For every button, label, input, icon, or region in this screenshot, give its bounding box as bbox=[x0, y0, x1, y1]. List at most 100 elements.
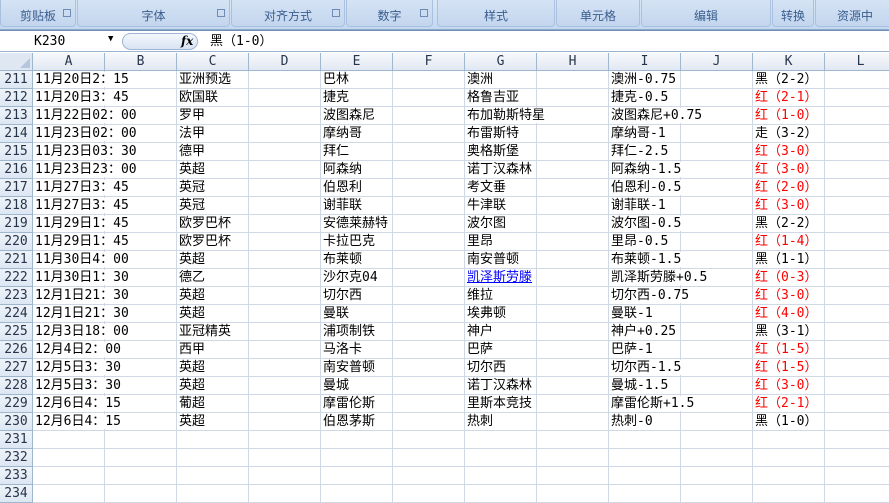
cell-D234[interactable] bbox=[249, 485, 321, 503]
cell-L225[interactable] bbox=[825, 323, 889, 341]
cell-J224[interactable] bbox=[681, 305, 753, 323]
cell-H213[interactable] bbox=[537, 107, 609, 125]
row-header[interactable]: 221 bbox=[0, 251, 33, 269]
cell-H215[interactable] bbox=[537, 143, 609, 161]
cell-I233[interactable] bbox=[609, 467, 681, 485]
cell-G229[interactable]: 里斯本竞技 bbox=[465, 395, 537, 413]
cell-B233[interactable] bbox=[105, 467, 177, 485]
row-header[interactable]: 226 bbox=[0, 341, 33, 359]
cell-A224[interactable]: 12月1日21：30 bbox=[33, 305, 130, 323]
cell-G234[interactable] bbox=[465, 485, 537, 503]
cell-I218[interactable]: 谢菲联-1 bbox=[609, 197, 681, 215]
cell-I213[interactable]: 波图森尼+0.75 bbox=[609, 107, 704, 125]
cell-G221[interactable]: 南安普顿 bbox=[465, 251, 537, 269]
cell-G211[interactable]: 澳洲 bbox=[465, 71, 537, 89]
cell-G230[interactable]: 热刺 bbox=[465, 413, 537, 431]
cell-L227[interactable] bbox=[825, 359, 889, 377]
cell-K220[interactable]: 红（1-4） bbox=[753, 233, 825, 251]
cell-E212[interactable]: 捷克 bbox=[321, 89, 393, 107]
cell-E232[interactable] bbox=[321, 449, 393, 467]
column-header-E[interactable]: E bbox=[321, 53, 393, 71]
cell-I211[interactable]: 澳洲-0.75 bbox=[609, 71, 681, 89]
cell-I212[interactable]: 捷克-0.5 bbox=[609, 89, 681, 107]
row-header[interactable]: 213 bbox=[0, 107, 33, 125]
cell-L215[interactable] bbox=[825, 143, 889, 161]
cell-F216[interactable] bbox=[393, 161, 465, 179]
cell-A214[interactable]: 11月23日02：00 bbox=[33, 125, 138, 143]
cell-K211[interactable]: 黑（2-2） bbox=[753, 71, 825, 89]
cell-C230[interactable]: 英超 bbox=[177, 413, 249, 431]
cell-J233[interactable] bbox=[681, 467, 753, 485]
cell-E223[interactable]: 切尔西 bbox=[321, 287, 393, 305]
function-icon[interactable]: fx bbox=[181, 34, 193, 48]
column-header-K[interactable]: K bbox=[753, 53, 825, 71]
cell-G223[interactable]: 维拉 bbox=[465, 287, 537, 305]
row-header[interactable]: 225 bbox=[0, 323, 33, 341]
cell-J219[interactable] bbox=[681, 215, 753, 233]
cell-D225[interactable] bbox=[249, 323, 321, 341]
cell-F221[interactable] bbox=[393, 251, 465, 269]
cell-D232[interactable] bbox=[249, 449, 321, 467]
cell-J234[interactable] bbox=[681, 485, 753, 503]
cell-A230[interactable]: 12月6日4：15 bbox=[33, 413, 122, 431]
cell-E233[interactable] bbox=[321, 467, 393, 485]
cell-G214[interactable]: 布雷斯特 bbox=[465, 125, 537, 143]
cell-L216[interactable] bbox=[825, 161, 889, 179]
column-header-F[interactable]: F bbox=[393, 53, 465, 71]
cell-D219[interactable] bbox=[249, 215, 321, 233]
cell-H214[interactable] bbox=[537, 125, 609, 143]
cell-A213[interactable]: 11月22日02：00 bbox=[33, 107, 138, 125]
cell-F227[interactable] bbox=[393, 359, 465, 377]
cell-K222[interactable]: 红（0-3） bbox=[753, 269, 825, 287]
row-header[interactable]: 234 bbox=[0, 485, 33, 503]
cell-K213[interactable]: 红（1-0） bbox=[753, 107, 825, 125]
cell-E225[interactable]: 浦项制铁 bbox=[321, 323, 393, 341]
cell-G233[interactable] bbox=[465, 467, 537, 485]
cell-I220[interactable]: 里昂-0.5 bbox=[609, 233, 681, 251]
cell-I222[interactable]: 凯泽斯劳滕+0.5 bbox=[609, 269, 709, 287]
cell-K230[interactable]: 黑（1-0） bbox=[753, 413, 825, 431]
cell-I215[interactable]: 拜仁-2.5 bbox=[609, 143, 681, 161]
cell-E229[interactable]: 摩雷伦斯 bbox=[321, 395, 393, 413]
cell-A233[interactable] bbox=[33, 467, 105, 485]
cell-C212[interactable]: 欧国联 bbox=[177, 89, 249, 107]
row-header[interactable]: 223 bbox=[0, 287, 33, 305]
cell-E228[interactable]: 曼城 bbox=[321, 377, 393, 395]
cell-D226[interactable] bbox=[249, 341, 321, 359]
cell-D213[interactable] bbox=[249, 107, 321, 125]
cell-D216[interactable] bbox=[249, 161, 321, 179]
cell-E218[interactable]: 谢菲联 bbox=[321, 197, 393, 215]
cell-I224[interactable]: 曼联-1 bbox=[609, 305, 681, 323]
cell-I231[interactable] bbox=[609, 431, 681, 449]
cell-D218[interactable] bbox=[249, 197, 321, 215]
cell-E211[interactable]: 巴林 bbox=[321, 71, 393, 89]
cell-F233[interactable] bbox=[393, 467, 465, 485]
cell-K226[interactable]: 红（1-5） bbox=[753, 341, 825, 359]
cell-E226[interactable]: 马洛卡 bbox=[321, 341, 393, 359]
cell-F220[interactable] bbox=[393, 233, 465, 251]
cell-F230[interactable] bbox=[393, 413, 465, 431]
cell-D233[interactable] bbox=[249, 467, 321, 485]
row-header[interactable]: 211 bbox=[0, 71, 33, 89]
column-header-J[interactable]: J bbox=[681, 53, 753, 71]
cell-K216[interactable]: 红（3-0） bbox=[753, 161, 825, 179]
cell-C232[interactable] bbox=[177, 449, 249, 467]
cell-L233[interactable] bbox=[825, 467, 889, 485]
cell-E217[interactable]: 伯恩利 bbox=[321, 179, 393, 197]
cell-B231[interactable] bbox=[105, 431, 177, 449]
formula-input[interactable]: 黑（1-0） bbox=[210, 32, 272, 51]
cell-G219[interactable]: 波尔图 bbox=[465, 215, 537, 233]
cell-I214[interactable]: 摩纳哥-1 bbox=[609, 125, 681, 143]
cell-F223[interactable] bbox=[393, 287, 465, 305]
cell-D222[interactable] bbox=[249, 269, 321, 287]
cell-D231[interactable] bbox=[249, 431, 321, 449]
cell-C227[interactable]: 英超 bbox=[177, 359, 249, 377]
cell-C216[interactable]: 英超 bbox=[177, 161, 249, 179]
cell-H219[interactable] bbox=[537, 215, 609, 233]
cell-J216[interactable] bbox=[681, 161, 753, 179]
cell-C225[interactable]: 亚冠精英 bbox=[177, 323, 249, 341]
cell-J218[interactable] bbox=[681, 197, 753, 215]
cell-L226[interactable] bbox=[825, 341, 889, 359]
row-header[interactable]: 218 bbox=[0, 197, 33, 215]
cell-I229[interactable]: 摩雷伦斯+1.5 bbox=[609, 395, 696, 413]
